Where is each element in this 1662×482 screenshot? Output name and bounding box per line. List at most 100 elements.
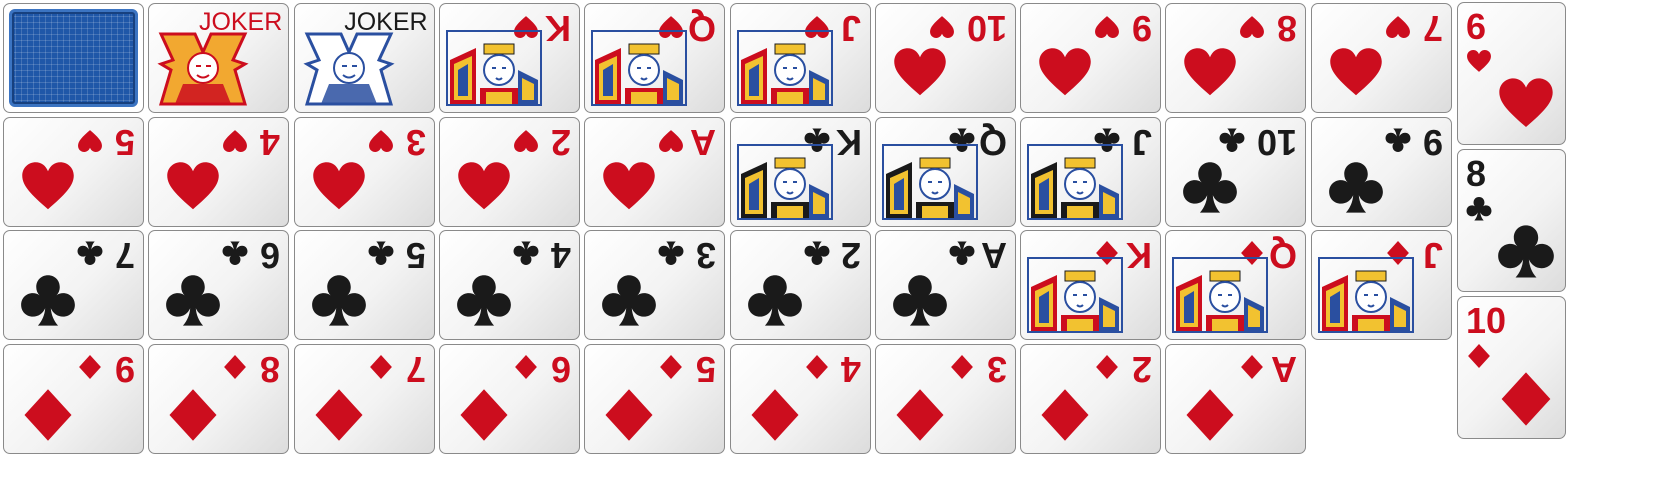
diamond-icon: [896, 388, 944, 441]
heart-icon: [1095, 16, 1120, 38]
card-a-of-diamonds[interactable]: A: [1165, 343, 1307, 454]
club-icon: [1466, 197, 1492, 221]
card-rank: K: [1126, 235, 1153, 276]
diamond-icon: [1241, 354, 1264, 379]
card-rank: 9: [1422, 121, 1443, 163]
club-icon: [892, 275, 947, 326]
heart-icon: [1499, 78, 1553, 128]
club-icon: [1219, 128, 1245, 152]
card-rank: 7: [405, 348, 426, 390]
card-3-of-diamonds[interactable]: 3: [874, 343, 1016, 454]
card-5-of-hearts[interactable]: 5: [3, 116, 144, 227]
heart-icon: [78, 129, 102, 152]
club-icon: [1183, 161, 1238, 213]
card-10-of-hearts[interactable]: 10: [874, 3, 1016, 113]
card-4-of-clubs[interactable]: 4: [438, 230, 580, 340]
card-k-of-clubs[interactable]: K: [729, 116, 871, 227]
card-5-of-diamonds[interactable]: 5: [584, 343, 726, 454]
card-j-of-clubs[interactable]: J: [1020, 116, 1162, 227]
club-icon: [21, 275, 75, 326]
card-rank: 6: [550, 348, 571, 390]
club-icon: [1385, 128, 1411, 152]
card-q-of-clubs[interactable]: Q: [874, 116, 1016, 227]
card-7-of-hearts[interactable]: 7: [1310, 3, 1452, 113]
club-icon: [513, 241, 539, 265]
red-joker-card[interactable]: JOKER: [148, 3, 290, 113]
card-9-of-diamonds[interactable]: 9: [3, 343, 144, 454]
card-3-of-hearts[interactable]: 3: [293, 116, 435, 227]
card-8-of-clubs[interactable]: 8: [1457, 149, 1566, 292]
heart-icon: [22, 161, 74, 209]
card-6-of-hearts[interactable]: 6: [1457, 2, 1566, 145]
diamond-icon: [369, 354, 392, 379]
diamond-icon: [1501, 372, 1551, 426]
card-rank: 10: [966, 8, 1007, 49]
card-4-of-diamonds[interactable]: 4: [729, 343, 871, 454]
card-q-of-diamonds[interactable]: Q: [1165, 230, 1307, 340]
card-5-of-clubs[interactable]: 5: [293, 230, 435, 340]
card-j-of-hearts[interactable]: J: [729, 3, 871, 113]
card-4-of-hearts[interactable]: 4: [148, 116, 290, 227]
card-j-of-diamonds[interactable]: J: [1310, 230, 1452, 340]
card-6-of-clubs[interactable]: 6: [148, 230, 290, 340]
card-rank: Q: [978, 121, 1007, 163]
card-2-of-diamonds[interactable]: 2: [1020, 343, 1162, 454]
heart-icon: [929, 16, 954, 38]
card-10-of-diamonds[interactable]: 10: [1457, 296, 1566, 439]
card-8-of-diamonds[interactable]: 8: [148, 343, 290, 454]
card-6-of-diamonds[interactable]: 6: [438, 343, 580, 454]
diamond-icon: [514, 354, 537, 379]
card-2-of-clubs[interactable]: 2: [729, 230, 871, 340]
heart-icon: [1039, 48, 1091, 96]
card-9-of-clubs[interactable]: 9: [1310, 116, 1452, 227]
card-rank: J: [1132, 121, 1153, 163]
card-back[interactable]: [3, 3, 144, 113]
card-7-of-diamonds[interactable]: 7: [293, 343, 435, 454]
card-rank: A: [690, 121, 717, 163]
heart-icon: [223, 129, 248, 152]
card-2-of-hearts[interactable]: 2: [438, 116, 580, 227]
club-icon: [804, 241, 829, 265]
club-icon: [658, 241, 684, 265]
diamond-icon: [1468, 344, 1490, 368]
card-rank: 10: [1466, 300, 1507, 341]
diamond-icon: [805, 354, 828, 379]
jester-icon: [157, 32, 249, 106]
card-rank: K: [544, 8, 571, 49]
heart-icon: [167, 161, 220, 209]
card-k-of-diamonds[interactable]: K: [1020, 230, 1162, 340]
court-figure-icon: [1027, 143, 1124, 220]
card-rank: 7: [1422, 8, 1443, 49]
card-3-of-clubs[interactable]: 3: [584, 230, 726, 340]
card-rank: K: [835, 121, 862, 163]
card-rank: 5: [696, 348, 717, 390]
card-a-of-hearts[interactable]: A: [584, 116, 726, 227]
heart-icon: [1184, 48, 1237, 96]
heart-icon: [1329, 48, 1382, 96]
diamond-icon: [1186, 388, 1234, 441]
black-joker-card[interactable]: JOKER: [293, 3, 435, 113]
diamond-icon: [1041, 388, 1089, 441]
card-rank: Q: [1269, 235, 1298, 276]
court-figure-icon: [881, 143, 978, 220]
heart-icon: [368, 129, 393, 152]
diamond-icon: [1096, 354, 1119, 379]
card-9-of-hearts[interactable]: 9: [1020, 3, 1162, 113]
diamond-icon: [315, 388, 363, 441]
card-10-of-clubs[interactable]: 10: [1165, 116, 1307, 227]
card-k-of-hearts[interactable]: K: [438, 3, 580, 113]
card-rank: 8: [1277, 8, 1298, 49]
diamond-icon: [224, 354, 247, 379]
card-q-of-hearts[interactable]: Q: [584, 3, 726, 113]
card-rank: 5: [405, 235, 426, 276]
card-a-of-clubs[interactable]: A: [874, 230, 1016, 340]
card-7-of-clubs[interactable]: 7: [3, 230, 144, 340]
club-icon: [1498, 225, 1554, 278]
court-figure-icon: [1172, 257, 1269, 333]
card-rank: A: [980, 235, 1007, 276]
diamond-icon: [460, 388, 508, 441]
heart-icon: [513, 129, 538, 152]
card-8-of-hearts[interactable]: 8: [1165, 3, 1307, 113]
court-figure-icon: [591, 30, 688, 106]
diamond-icon: [24, 388, 72, 441]
